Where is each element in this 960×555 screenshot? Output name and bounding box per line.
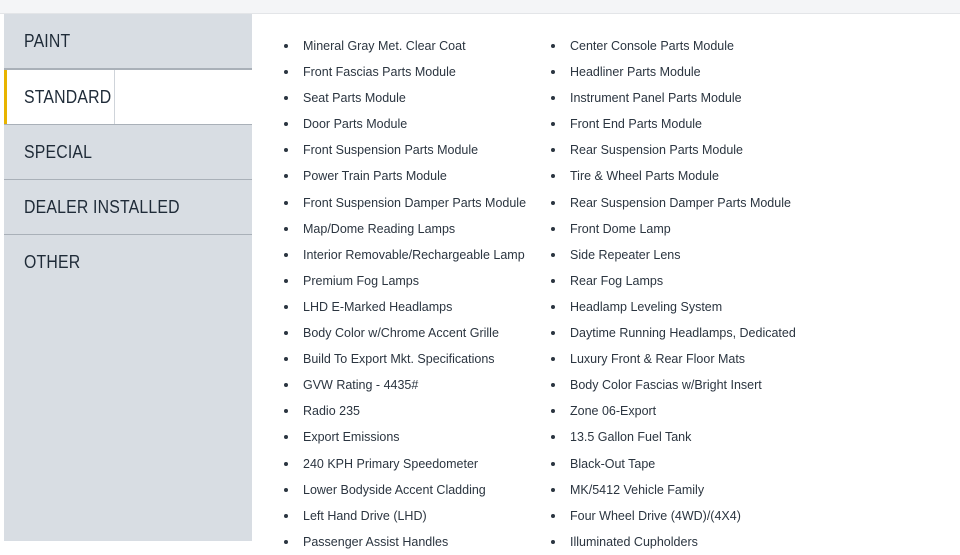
tab-standard[interactable]: STANDARD bbox=[4, 70, 115, 124]
list-item: Interior Removable/Rechargeable Lamp bbox=[284, 242, 526, 268]
list-item: Black-Out Tape bbox=[551, 451, 796, 477]
feature-list-left: Mineral Gray Met. Clear Coat Front Fasci… bbox=[284, 33, 526, 555]
list-item: Tire & Wheel Parts Module bbox=[551, 163, 796, 189]
list-item: GVW Rating - 4435# bbox=[284, 372, 526, 398]
category-sidebar: PAINT STANDARD SPECIAL DEALER INSTALLED … bbox=[4, 14, 252, 541]
list-item: Illuminated Cupholders bbox=[551, 529, 796, 555]
list-item: Power Train Parts Module bbox=[284, 163, 526, 189]
list-item: Body Color w/Chrome Accent Grille bbox=[284, 320, 526, 346]
list-item: Four Wheel Drive (4WD)/(4X4) bbox=[551, 503, 796, 529]
tab-paint-label: PAINT bbox=[24, 30, 71, 51]
list-item: Mineral Gray Met. Clear Coat bbox=[284, 33, 526, 59]
list-item: Door Parts Module bbox=[284, 111, 526, 137]
list-item: Premium Fog Lamps bbox=[284, 268, 526, 294]
list-item: Front Suspension Damper Parts Module bbox=[284, 190, 526, 216]
list-item: 13.5 Gallon Fuel Tank bbox=[551, 424, 796, 450]
list-item: Zone 06-Export bbox=[551, 398, 796, 424]
tab-special[interactable]: SPECIAL bbox=[4, 125, 252, 180]
list-item: Front Suspension Parts Module bbox=[284, 137, 526, 163]
tab-other-label: OTHER bbox=[24, 252, 81, 272]
list-item: Rear Fog Lamps bbox=[551, 268, 796, 294]
list-item: Daytime Running Headlamps, Dedicated bbox=[551, 320, 796, 346]
list-item: Front Dome Lamp bbox=[551, 216, 796, 242]
tab-special-label: SPECIAL bbox=[24, 141, 93, 162]
list-item: Left Hand Drive (LHD) bbox=[284, 503, 526, 529]
list-item: MK/5412 Vehicle Family bbox=[551, 477, 796, 503]
list-item: Body Color Fascias w/Bright Insert bbox=[551, 372, 796, 398]
top-bar bbox=[0, 0, 960, 14]
tab-other[interactable]: OTHER bbox=[4, 235, 252, 290]
list-item: Side Repeater Lens bbox=[551, 242, 796, 268]
list-item: Front Fascias Parts Module bbox=[284, 59, 526, 85]
tab-standard-row: STANDARD bbox=[4, 69, 252, 125]
tab-paint[interactable]: PAINT bbox=[4, 14, 252, 69]
list-item: Front End Parts Module bbox=[551, 111, 796, 137]
feature-list-right: Center Console Parts Module Headliner Pa… bbox=[551, 33, 796, 555]
list-item: Rear Suspension Parts Module bbox=[551, 137, 796, 163]
list-item: Headlamp Leveling System bbox=[551, 294, 796, 320]
tab-dealer-installed[interactable]: DEALER INSTALLED bbox=[4, 180, 252, 235]
list-item: Map/Dome Reading Lamps bbox=[284, 216, 526, 242]
tab-standard-label: STANDARD bbox=[24, 86, 112, 107]
tab-dealer-installed-label: DEALER INSTALLED bbox=[24, 196, 180, 217]
list-item: Center Console Parts Module bbox=[551, 33, 796, 59]
list-item: LHD E-Marked Headlamps bbox=[284, 294, 526, 320]
list-item: Radio 235 bbox=[284, 398, 526, 424]
list-item: Export Emissions bbox=[284, 424, 526, 450]
list-item: Headliner Parts Module bbox=[551, 59, 796, 85]
list-item: Instrument Panel Parts Module bbox=[551, 85, 796, 111]
list-item: Lower Bodyside Accent Cladding bbox=[284, 477, 526, 503]
list-item: 240 KPH Primary Speedometer bbox=[284, 451, 526, 477]
list-item: Passenger Assist Handles bbox=[284, 529, 526, 555]
list-item: Rear Suspension Damper Parts Module bbox=[551, 190, 796, 216]
list-item: Seat Parts Module bbox=[284, 85, 526, 111]
list-item: Luxury Front & Rear Floor Mats bbox=[551, 346, 796, 372]
feature-list-panel: Mineral Gray Met. Clear Coat Front Fasci… bbox=[252, 14, 960, 549]
list-item: Build To Export Mkt. Specifications bbox=[284, 346, 526, 372]
